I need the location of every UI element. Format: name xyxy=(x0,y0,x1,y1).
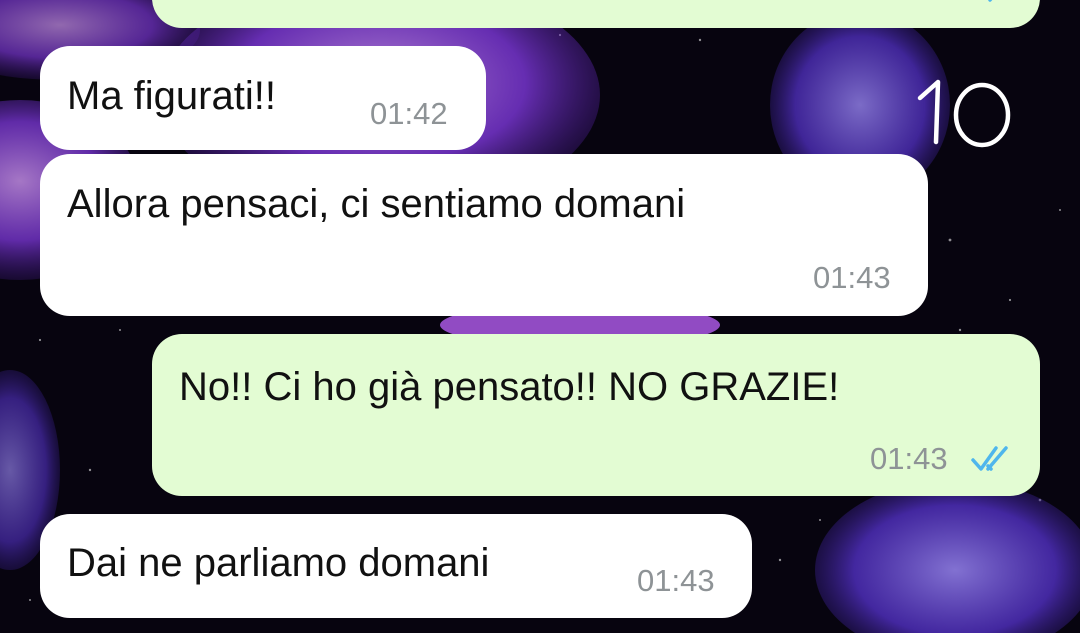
message-bubble-incoming[interactable]: Allora pensaci, ci sentiamo domani 01:43 xyxy=(40,154,928,316)
message-timestamp: 01:43 xyxy=(637,563,715,598)
message-text: Allora pensaci, ci sentiamo domani xyxy=(67,182,686,226)
handwritten-annotation xyxy=(917,79,1011,148)
message-text: No!! Ci ho già pensato!! NO GRAZIE! xyxy=(179,365,840,409)
message-timestamp: 01:42 xyxy=(370,96,448,131)
message-timestamp: 01:43 xyxy=(813,260,891,295)
double-check-icon xyxy=(971,446,1008,471)
message-bubble-outgoing[interactable]: No!! Ci ho già pensato!! NO GRAZIE! 01:4… xyxy=(152,334,1040,496)
message-timestamp: 01:43 xyxy=(870,441,948,476)
message-text: Dai ne parliamo domani xyxy=(67,541,490,585)
double-check-icon xyxy=(988,0,993,2)
message-text: Ma figurati!! xyxy=(67,74,276,118)
message-bubble-incoming[interactable]: Ma figurati!! 01:42 xyxy=(40,46,486,150)
message-bubble-outgoing-partial[interactable] xyxy=(152,0,1040,28)
message-bubble-incoming[interactable]: Dai ne parliamo domani 01:43 xyxy=(40,514,752,618)
